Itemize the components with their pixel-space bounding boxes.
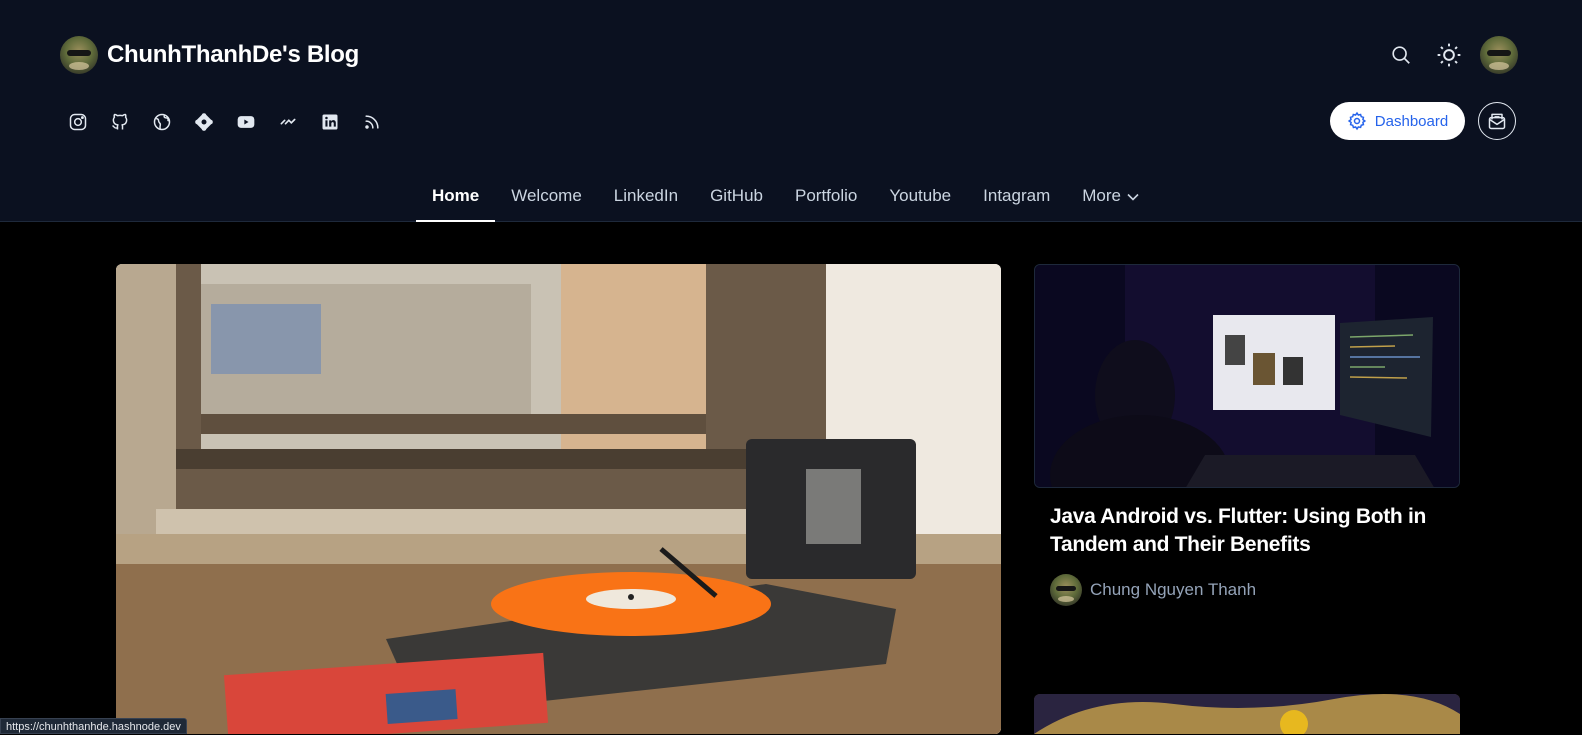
author-avatar (1050, 574, 1082, 606)
post-author[interactable]: Chung Nguyen Thanh (1050, 574, 1256, 606)
dashboard-label: Dashboard (1374, 112, 1449, 130)
globe-icon (153, 113, 171, 131)
user-avatar[interactable] (1480, 36, 1518, 74)
nav-item-more[interactable]: More (1066, 176, 1155, 222)
devto-icon (280, 118, 296, 125)
chevron-down-icon (1127, 193, 1139, 201)
record-player-photo (116, 264, 1001, 734)
devto-link[interactable] (272, 106, 304, 138)
newsletter-button[interactable] (1478, 102, 1516, 140)
rss-icon (365, 115, 379, 129)
nav-item-portfolio[interactable]: Portfolio (779, 176, 873, 222)
youtube-icon (237, 116, 255, 128)
linkedin-icon (322, 114, 338, 130)
website-link[interactable] (146, 106, 178, 138)
main-nav: Home Welcome LinkedIn GitHub Portfolio Y… (416, 176, 1155, 222)
blog-title[interactable]: ChunhThanhDe's Blog (107, 41, 359, 69)
instagram-link[interactable] (62, 106, 94, 138)
search-button[interactable] (1384, 38, 1418, 72)
nav-item-linkedin[interactable]: LinkedIn (598, 176, 694, 222)
nav-item-welcome[interactable]: Welcome (495, 176, 598, 222)
featured-post-title[interactable]: Java Android vs. Flutter: Using Both in … (1050, 503, 1450, 559)
instagram-icon (69, 113, 87, 131)
hashnode-link[interactable] (188, 106, 220, 138)
featured-post-image[interactable] (1034, 264, 1460, 488)
coding-setup-photo (1035, 265, 1459, 487)
nav-item-github[interactable]: GitHub (694, 176, 779, 222)
hero-post-image[interactable] (116, 264, 1001, 734)
theme-toggle-button[interactable] (1432, 38, 1466, 72)
blog-brand[interactable]: ChunhThanhDe's Blog (60, 36, 359, 74)
rss-link[interactable] (356, 106, 388, 138)
sun-icon (1437, 43, 1461, 67)
nav-item-home[interactable]: Home (416, 176, 496, 222)
dashboard-button[interactable]: Dashboard (1330, 102, 1465, 140)
linkedin-link[interactable] (314, 106, 346, 138)
next-post-photo (1034, 694, 1460, 734)
github-icon (112, 113, 128, 130)
blog-avatar (60, 36, 98, 74)
nav-item-instagram[interactable]: Intagram (967, 176, 1066, 222)
header-actions (1384, 36, 1518, 74)
next-post-image[interactable] (1034, 694, 1460, 734)
search-icon (1392, 46, 1410, 64)
site-header: ChunhThanhDe's Blog Dashboard Home Welco… (0, 0, 1582, 222)
newsletter-icon (1488, 113, 1506, 130)
author-name: Chung Nguyen Thanh (1090, 580, 1257, 599)
github-link[interactable] (104, 106, 136, 138)
youtube-link[interactable] (230, 106, 262, 138)
hashnode-icon (195, 113, 213, 131)
nav-item-youtube[interactable]: Youtube (873, 176, 967, 222)
status-bar-url: https://chunhthanhde.hashnode.dev (0, 718, 187, 734)
nav-more-label: More (1082, 186, 1121, 205)
gear-icon (1347, 111, 1366, 131)
social-links (62, 106, 388, 138)
